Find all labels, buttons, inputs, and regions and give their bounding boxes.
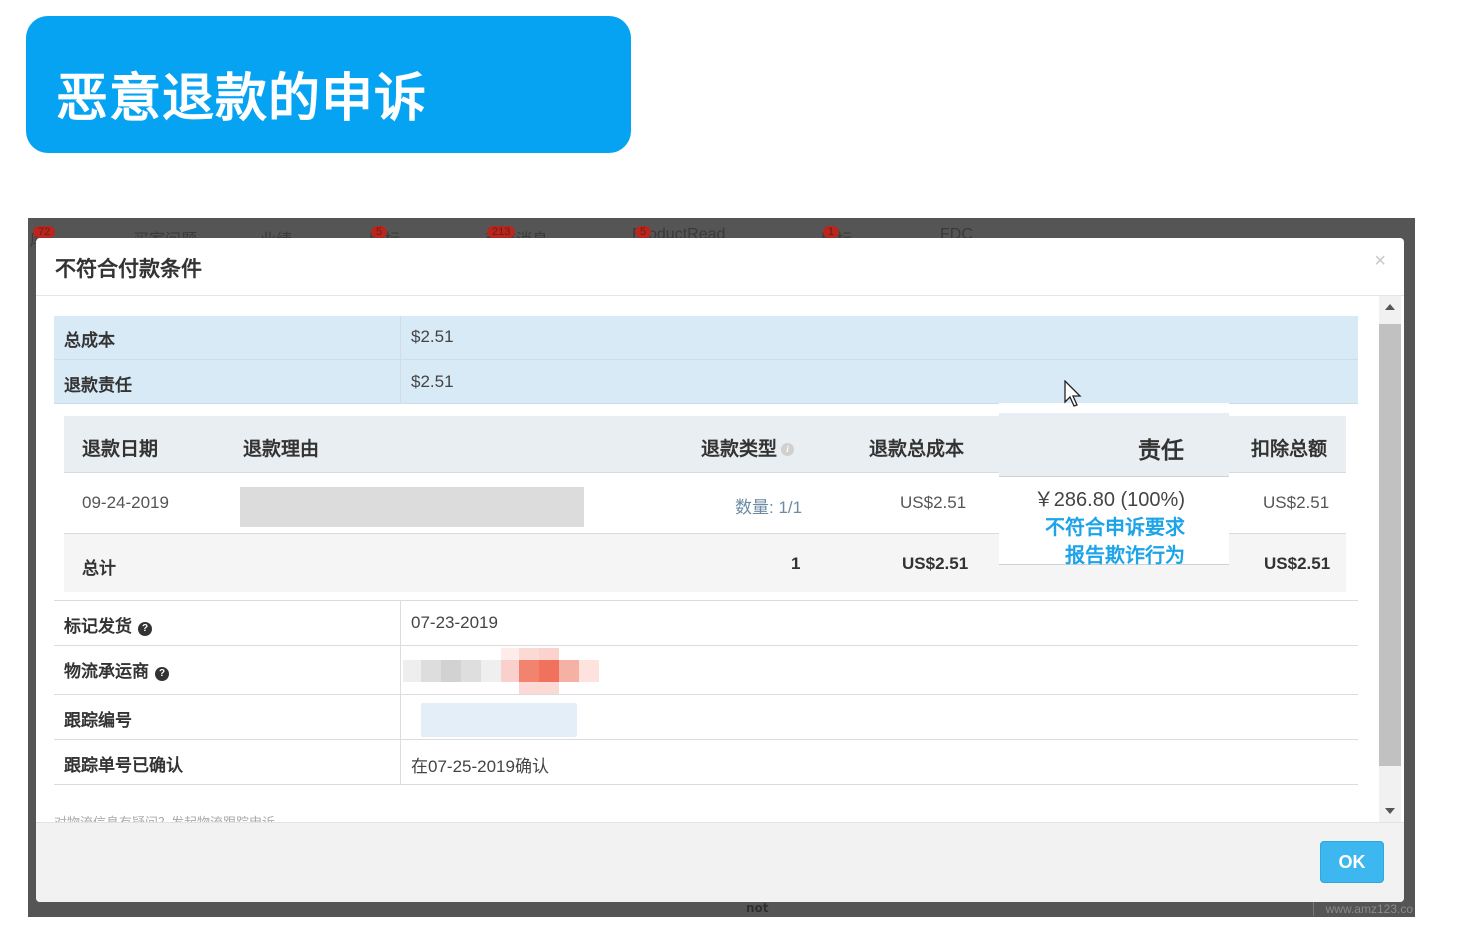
refund-date: 09-24-2019: [82, 493, 169, 512]
tracking-confirmed-label: 跟踪单号已确认: [64, 756, 183, 776]
help-icon[interactable]: ?: [155, 667, 169, 681]
total-quantity: 1: [791, 554, 801, 573]
scroll-down-icon[interactable]: [1385, 808, 1395, 814]
ok-button[interactable]: OK: [1320, 841, 1384, 883]
modal-footer: OK: [36, 822, 1404, 902]
detail-row-marked-shipped: 标记发货? 07-23-2019: [54, 601, 1358, 646]
mouse-cursor-icon: [1064, 379, 1084, 412]
header-reason: 退款理由: [243, 438, 320, 460]
slide-title-banner: 恶意退款的申诉: [26, 16, 631, 153]
refund-total-cost: US$2.51: [900, 493, 967, 512]
tracking-label: 跟踪编号: [64, 711, 132, 731]
carrier-dispute-link[interactable]: 对物流信息有疑问？发起物流跟踪申诉: [54, 812, 275, 822]
slide-title: 恶意退款的申诉: [56, 69, 428, 129]
modal-header: 不符合付款条件 ×: [36, 238, 1404, 296]
modal-title: 不符合付款条件: [55, 257, 202, 281]
liability-callout: 责任 ￥286.80 (100%) 不符合申诉要求 报告欺诈行为: [999, 403, 1229, 568]
header-deduction: 扣除总额: [1251, 438, 1328, 460]
callout-header: [999, 413, 1229, 477]
backdrop-text: not: [746, 901, 769, 915]
carrier-redacted: [403, 648, 599, 694]
detail-row-carrier: 物流承运商?: [54, 646, 1358, 695]
refund-liability-label: 退款责任: [64, 376, 132, 396]
report-fraud-link[interactable]: 报告欺诈行为: [1065, 539, 1185, 568]
refund-quantity: 数量: 1/1: [735, 498, 803, 517]
close-icon[interactable]: ×: [1374, 250, 1386, 273]
tracking-confirmed-value: 在07-25-2019确认: [411, 757, 549, 776]
total-cost-value: $2.51: [411, 327, 454, 346]
scroll-thumb[interactable]: [1379, 324, 1401, 766]
detail-row-tracking-confirmed: 跟踪单号已确认 在07-25-2019确认: [54, 740, 1358, 785]
total-cost: US$2.51: [902, 554, 969, 573]
summary-row-total-cost: 总成本 $2.51: [54, 316, 1358, 360]
refund-reason-redacted: [240, 487, 584, 527]
header-total-cost: 退款总成本: [869, 438, 965, 460]
marked-shipped-value: 07-23-2019: [411, 613, 498, 632]
total-label: 总计: [82, 559, 116, 579]
watermark: www.amz123.co: [1312, 902, 1413, 916]
callout-title: 责任: [1138, 438, 1184, 464]
modal-dialog: 不符合付款条件 × 总成本 $2.51 退款责任 $2.51 退款日期 退款理由…: [36, 238, 1404, 902]
appeal-ineligible-link[interactable]: 不符合申诉要求: [1045, 511, 1185, 540]
scrollbar[interactable]: [1379, 296, 1401, 822]
liability-amount: ￥286.80 (100%): [1033, 489, 1185, 511]
tracking-redacted: [421, 703, 577, 737]
detail-row-tracking: 跟踪编号: [54, 695, 1358, 740]
refund-deduction: US$2.51: [1263, 493, 1330, 512]
header-date: 退款日期: [82, 438, 159, 460]
total-deduction: US$2.51: [1264, 554, 1331, 573]
help-icon[interactable]: ?: [138, 622, 152, 636]
info-icon[interactable]: i: [781, 443, 795, 456]
marked-shipped-label: 标记发货?: [64, 612, 152, 637]
total-cost-label: 总成本: [64, 331, 115, 351]
scroll-up-icon[interactable]: [1385, 304, 1395, 310]
refund-liability-value: $2.51: [411, 372, 454, 391]
carrier-label: 物流承运商?: [64, 657, 169, 682]
summary-row-refund-liability: 退款责任 $2.51: [54, 360, 1358, 404]
header-type: 退款类型 i: [701, 434, 795, 461]
